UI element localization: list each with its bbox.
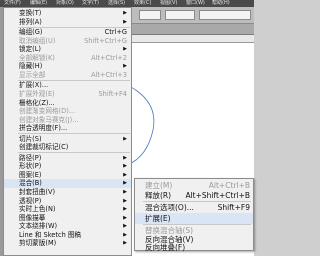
menu-item-12[interactable]: 创建对象马赛克(J)... [4, 116, 131, 125]
submenu-arrow-icon: ▶ [123, 231, 127, 238]
menu-item-4[interactable]: 锁定(L) ▶ [4, 45, 131, 54]
submenu-arrow-icon: ▶ [123, 10, 127, 16]
submenu-arrow-icon: ▶ [123, 189, 127, 195]
menu-item-2[interactable]: 编组(G) Ctrl+G [4, 28, 131, 37]
menu-item-10[interactable]: 栅格化(Z)... [4, 99, 131, 108]
menu-window[interactable]: 窗口(W) [186, 0, 205, 7]
style-dropdown[interactable] [199, 10, 251, 20]
submenu-arrow-icon: ▶ [123, 63, 127, 70]
menu-item-14[interactable]: 切片(S) ▶ [4, 135, 131, 144]
menu-item-11[interactable]: 创建渐变网格(D)... [4, 107, 131, 116]
submenu-arrow-icon: ▶ [123, 223, 127, 230]
submenu-arrow-icon: ▶ [123, 214, 127, 221]
menu-item-21[interactable]: 透视(P) ▶ [4, 197, 131, 206]
menu-file[interactable]: 文件(F) [4, 0, 21, 7]
menu-edit[interactable]: 编辑(E) [30, 0, 47, 7]
submenu-arrow-icon: ▶ [123, 46, 127, 53]
object-menu: 变换(T) ▶ 排列(A) ▶ 编组(G) Ctrl+G 取消编组(U) Shift+Ctrl… [3, 7, 132, 256]
submenu-arrow-icon: ▶ [123, 18, 127, 25]
menu-item-17[interactable]: 形状(P) ▶ [4, 162, 131, 171]
submenu-arrow-icon: ▶ [123, 154, 127, 161]
menu-item-0[interactable]: 变换(T) ▶ [4, 9, 131, 18]
menu-view[interactable]: 视图(V) [160, 0, 177, 7]
menu-item-5[interactable]: 全部解锁(K) Alt+Ctrl+2 [4, 54, 131, 63]
submenu-arrow-icon: ▶ [123, 240, 127, 247]
document-tab-strip [125, 24, 254, 35]
submenu-item-blend-options[interactable]: 混合选项(O)... Shift+F9 [135, 202, 253, 213]
submenu-arrow-icon: ▶ [123, 206, 127, 213]
menubar: 文件(F) 编辑(E) 对象(O) 文字(T) 选择(S) 效果(C) 视图(V… [0, 0, 254, 7]
submenu-arrow-icon: ▶ [123, 171, 127, 178]
submenu-arrow-icon: ▶ [123, 180, 127, 187]
submenu-arrow-icon: ▶ [123, 135, 127, 142]
submenu-item-release[interactable]: 释放(R) Alt+Shift+Ctrl+B [135, 190, 253, 201]
menu-item-26[interactable]: 剪切蒙版(M) ▶ [4, 239, 131, 248]
menu-object[interactable]: 对象(O) [56, 0, 74, 7]
menu-type[interactable]: 文字(T) [82, 0, 99, 7]
menu-select[interactable]: 选择(S) [108, 0, 125, 7]
menu-item-23[interactable]: 图像描摹 ▶ [4, 214, 131, 223]
menu-help[interactable]: 帮助(H) [212, 0, 230, 7]
horizontal-ruler [125, 35, 254, 43]
submenu-item-expand[interactable]: 扩展(E) [135, 213, 253, 225]
menu-item-6[interactable]: 隐藏(H) ▶ [4, 62, 131, 71]
menu-item-7[interactable]: 显示全部 Alt+Ctrl+3 [4, 71, 131, 80]
stroke-weight-field[interactable] [165, 10, 195, 20]
menu-item-3[interactable]: 取消编组(U) Shift+Ctrl+G [4, 37, 131, 46]
menu-effect[interactable]: 效果(C) [134, 0, 151, 7]
submenu-arrow-icon: ▶ [123, 197, 127, 204]
menu-item-13[interactable]: 拼合透明度(F)... [4, 124, 131, 133]
submenu-item-reverse-front-to-back[interactable]: 反向堆叠(F) [135, 243, 253, 252]
menu-item-19[interactable]: 混合(B) ▶ [4, 179, 131, 188]
menu-item-8[interactable]: 扩展(X)... [4, 81, 131, 90]
menu-item-1[interactable]: 排列(A) ▶ [4, 18, 131, 27]
menu-item-25[interactable]: Line 和 Sketch 图稿 ▶ [4, 231, 131, 240]
menu-item-9[interactable]: 扩展外观(E) Shift+F4 [4, 90, 131, 99]
menu-item-22[interactable]: 实时上色(N) ▶ [4, 205, 131, 214]
stroke-dropdown[interactable] [139, 10, 161, 20]
blend-submenu: 建立(M) Alt+Ctrl+B 释放(R) Alt+Shift+Ctrl+B 混合… [134, 178, 254, 252]
submenu-arrow-icon: ▶ [123, 163, 127, 170]
menu-item-20[interactable]: 封套扭曲(V) ▶ [4, 188, 131, 197]
menu-item-15[interactable]: 创建裁切标记(C) [4, 143, 131, 152]
control-bar [125, 7, 254, 24]
menu-item-24[interactable]: 文本绕排(W) ▶ [4, 222, 131, 231]
